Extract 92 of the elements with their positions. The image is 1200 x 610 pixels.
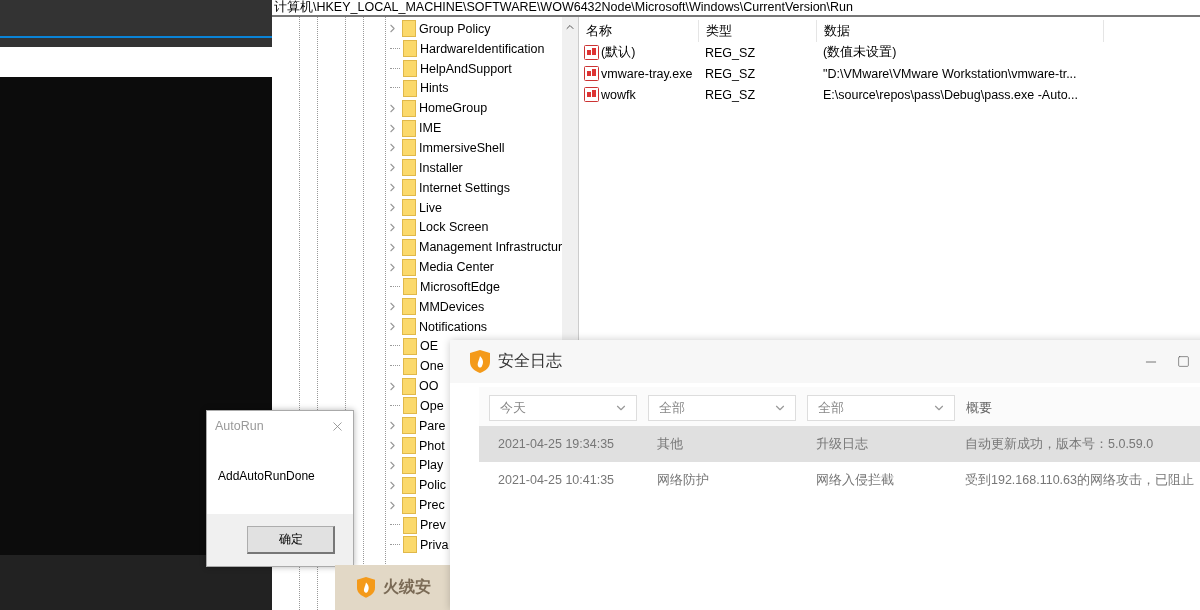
value-name[interactable]: vmware-tray.exe [601, 66, 693, 81]
tree-item[interactable]: ImmersiveShell [419, 141, 505, 155]
tree-item[interactable]: IME [419, 121, 442, 136]
shield-logo-icon [470, 350, 490, 373]
value-data: E:\source\repos\pass\Debug\pass.exe -Auto... [822, 87, 1079, 102]
folder-icon [402, 99, 416, 117]
tree-item[interactable]: Management Infrastructur [419, 240, 563, 255]
folder-icon [403, 337, 417, 355]
log-time: 2021-04-25 19:34:35 [498, 437, 616, 451]
log-row[interactable]: 2021-04-25 19:34:35 其他 升级日志 自动更新成功，版本号：5.0.59.0 [479, 426, 1200, 462]
tree-item[interactable]: Notifications [419, 319, 488, 334]
folder-icon [402, 218, 416, 236]
log-summary: 自动更新成功，版本号：5.0.59.0 [965, 435, 1155, 453]
folder-icon [402, 457, 416, 474]
popup-title: 火绒安 [383, 577, 431, 597]
tree-item[interactable]: One [420, 359, 444, 374]
column-header[interactable]: 数据 [817, 20, 1104, 42]
log-type: 网络入侵拦截 [816, 471, 895, 489]
address-bar[interactable]: 计算机\HKEY_LOCAL_MACHINE\SOFTWARE\WOW6432Node\Microsoft\Windows\CurrentVersion\Run [272, 0, 1200, 17]
column-header: 概要 [966, 399, 992, 417]
tree-item[interactable]: HomeGroup [419, 101, 488, 116]
value-data: "D:\VMware\VMware Workstation\vmware-tr... [822, 66, 1078, 81]
value-type: REG_SZ [704, 66, 756, 81]
tree-item[interactable]: MicrosoftEdge [420, 279, 500, 294]
log-category: 网络防护 [657, 471, 710, 489]
folder-icon [402, 417, 416, 435]
log-summary: 受到192.168.110.63的网络攻击，已阻止 [965, 471, 1195, 489]
folder-icon [402, 318, 416, 336]
shield-logo-icon [357, 577, 375, 598]
dialog-title: AutoRun [215, 419, 264, 433]
value-name[interactable]: (默认) [601, 44, 636, 61]
folder-icon [403, 357, 417, 375]
filter-dropdown[interactable]: 全部 [648, 395, 796, 421]
folder-icon [403, 60, 417, 78]
column-header[interactable]: 名称 [579, 20, 699, 42]
value-type: REG_SZ [704, 45, 756, 60]
tree-item[interactable]: Prec [419, 498, 445, 513]
tree-item[interactable]: Phot [419, 438, 445, 453]
taskbar-popup[interactable]: 火绒安 [335, 565, 450, 610]
string-value-icon [584, 66, 599, 81]
folder-icon [402, 298, 416, 316]
tree-item[interactable]: OE [420, 339, 439, 354]
folder-icon [403, 516, 417, 534]
log-type: 升级日志 [816, 435, 869, 453]
folder-icon [402, 258, 416, 276]
tree-item[interactable]: Pare [419, 418, 446, 433]
tree-item[interactable]: Group Policy [419, 21, 491, 36]
log-time: 2021-04-25 10:41:35 [498, 473, 616, 487]
folder-icon [402, 159, 416, 177]
tree-item[interactable]: Installer [419, 160, 463, 175]
window-title: 安全日志 [498, 351, 563, 371]
tree-item[interactable]: Hints [420, 81, 449, 96]
tree-item[interactable]: Play [419, 458, 444, 473]
folder-icon [403, 79, 417, 97]
tree-item[interactable]: Live [419, 200, 442, 215]
folder-icon [403, 40, 417, 58]
tree-item[interactable]: Polic [419, 478, 447, 493]
folder-icon [402, 238, 416, 256]
value-name[interactable]: wowfk [601, 87, 636, 102]
tree-item[interactable]: HardwareIdentification [420, 41, 545, 56]
tree-item[interactable]: Priva [420, 537, 449, 552]
folder-icon [402, 437, 416, 455]
value-data: (数值未设置) [822, 44, 898, 61]
string-value-icon [584, 87, 599, 102]
folder-icon [402, 199, 416, 216]
filter-dropdown[interactable]: 全部 [807, 395, 955, 421]
tree-item[interactable]: HelpAndSupport [420, 61, 512, 76]
folder-icon [402, 496, 416, 514]
filter-dropdown[interactable]: 今天 [489, 395, 637, 421]
value-type: REG_SZ [704, 87, 756, 102]
dialog-message: AddAutoRunDone [218, 469, 315, 483]
maximize-icon[interactable] [1177, 355, 1190, 368]
folder-icon [402, 476, 416, 494]
folder-icon [403, 278, 417, 296]
tree-item[interactable]: MMDevices [419, 299, 485, 314]
log-category: 其他 [657, 435, 684, 453]
folder-icon [402, 119, 416, 137]
ok-button[interactable]: 确定 [247, 526, 335, 554]
folder-icon [403, 536, 417, 554]
tree-item[interactable]: Internet Settings [419, 180, 511, 195]
folder-icon [403, 397, 417, 415]
folder-icon [402, 20, 416, 38]
tree-item[interactable]: Media Center [419, 260, 495, 275]
column-header[interactable]: 类型 [699, 20, 817, 42]
folder-icon [402, 139, 416, 157]
tree-item[interactable]: OO [419, 379, 439, 394]
folder-icon [402, 377, 416, 395]
tree-item[interactable]: Prev [420, 518, 446, 532]
string-value-icon [584, 45, 599, 60]
tree-item[interactable]: Lock Screen [419, 220, 489, 235]
folder-icon [402, 179, 416, 197]
tree-item[interactable]: Ope [420, 398, 444, 413]
